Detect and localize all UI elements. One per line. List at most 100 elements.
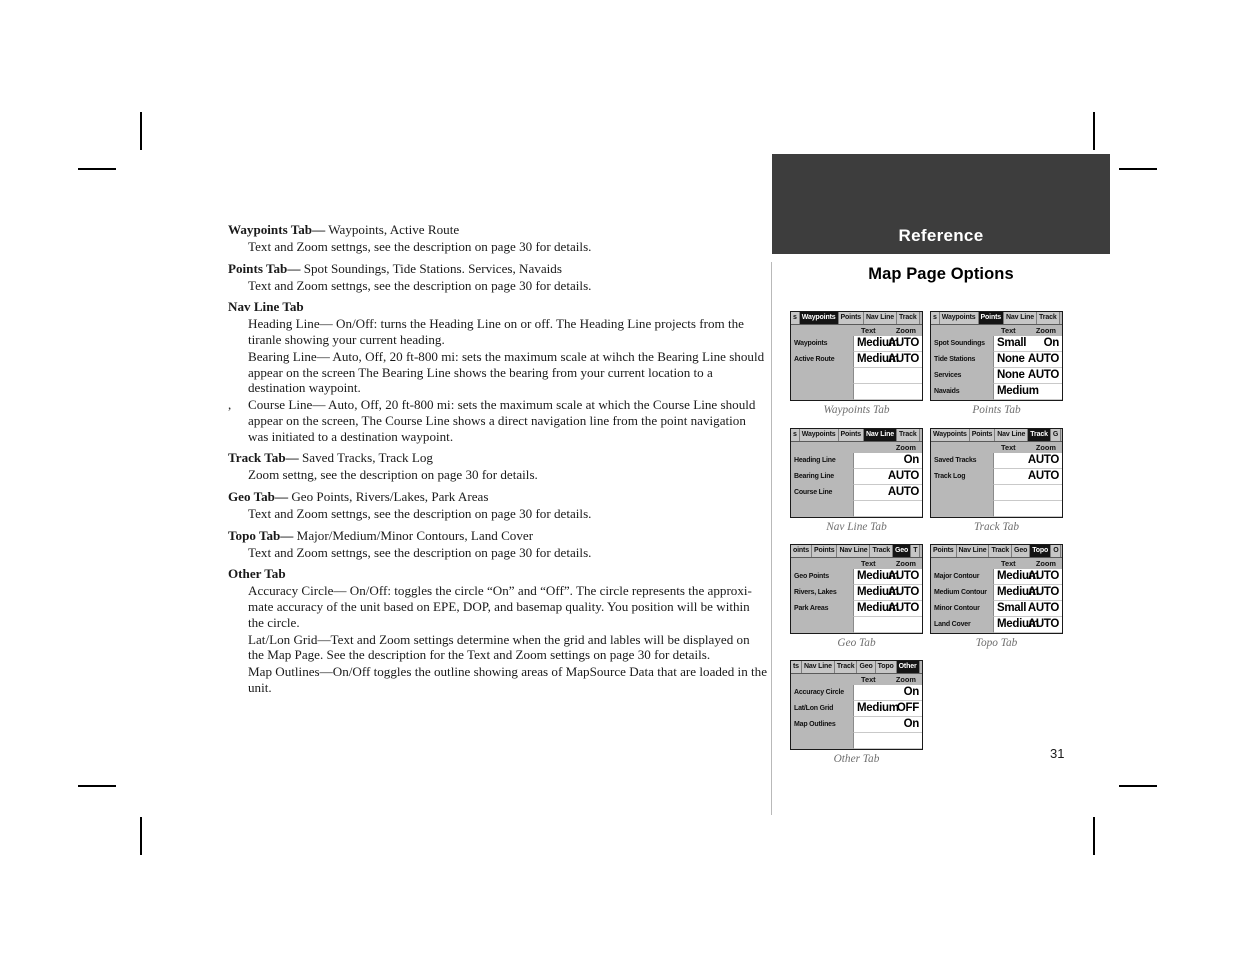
tab-t[interactable]: T — [911, 545, 921, 557]
setting-values[interactable]: Medium AUTO — [853, 585, 922, 601]
tab-waypoints[interactable]: Waypoints — [799, 312, 839, 324]
setting-zoom-value[interactable]: AUTO — [1028, 469, 1059, 484]
setting-zoom-value[interactable]: OFF — [897, 701, 919, 716]
settings-row[interactable] — [791, 733, 922, 749]
setting-values[interactable]: Small AUTO — [993, 601, 1062, 617]
setting-values[interactable]: None AUTO — [993, 368, 1062, 384]
setting-text-value[interactable]: Small — [997, 601, 1026, 616]
settings-row[interactable]: Spot Soundings Small On — [931, 336, 1062, 352]
settings-row[interactable] — [791, 501, 922, 517]
setting-values[interactable]: On — [853, 685, 922, 701]
settings-row[interactable]: Lat/Lon Grid Medium OFF — [791, 701, 922, 717]
setting-values[interactable]: On — [853, 453, 922, 469]
settings-row[interactable]: Track Log AUTO — [931, 469, 1062, 485]
setting-text-value[interactable]: Medium — [997, 384, 1039, 399]
setting-zoom-value[interactable]: AUTO — [1028, 453, 1059, 468]
tab-nav-line[interactable]: Nav Line — [956, 545, 990, 557]
setting-values[interactable] — [993, 501, 1062, 517]
settings-row[interactable]: Accuracy Circle On — [791, 685, 922, 701]
tab-nav-line[interactable]: Nav Line — [1004, 312, 1038, 324]
tab-o[interactable]: O — [1051, 545, 1062, 557]
settings-row[interactable]: Park Areas Medium AUTO — [791, 601, 922, 617]
settings-row[interactable]: Rivers, Lakes Medium AUTO — [791, 585, 922, 601]
settings-row[interactable]: Medium Contour Medium AUTO — [931, 585, 1062, 601]
tab-other[interactable]: Other — [896, 661, 920, 673]
tab-waypoints[interactable]: Waypoints — [799, 429, 839, 441]
tab-waypoints[interactable]: Waypoints — [939, 312, 979, 324]
setting-zoom-value[interactable]: AUTO — [1028, 368, 1059, 383]
tab-oints[interactable]: oints — [791, 545, 812, 557]
setting-values[interactable]: On — [853, 717, 922, 733]
setting-zoom-value[interactable]: AUTO — [1028, 601, 1059, 616]
setting-values[interactable]: AUTO — [853, 485, 922, 501]
setting-zoom-value[interactable]: On — [1044, 336, 1060, 351]
setting-zoom-value[interactable]: AUTO — [1028, 569, 1059, 584]
tab-nav-line[interactable]: Nav Line — [801, 661, 835, 673]
settings-row[interactable] — [791, 384, 922, 400]
tab-points[interactable]: Points — [838, 429, 865, 441]
tab-s[interactable]: s — [791, 312, 800, 324]
setting-values[interactable]: Medium AUTO — [993, 569, 1062, 585]
setting-values[interactable] — [993, 485, 1062, 501]
setting-zoom-value[interactable]: On — [904, 685, 920, 700]
settings-row[interactable]: Major Contour Medium AUTO — [931, 569, 1062, 585]
settings-row[interactable]: Map Outlines On — [791, 717, 922, 733]
settings-row[interactable] — [931, 501, 1062, 517]
tab-s[interactable]: s — [931, 312, 940, 324]
setting-zoom-value[interactable]: AUTO — [1028, 617, 1059, 632]
settings-row[interactable]: Waypoints Medium AUTO — [791, 336, 922, 352]
setting-zoom-value[interactable]: AUTO — [888, 336, 919, 351]
settings-row[interactable]: Active Route Medium AUTO — [791, 352, 922, 368]
settings-row[interactable]: Bearing Line AUTO — [791, 469, 922, 485]
setting-zoom-value[interactable]: AUTO — [888, 569, 919, 584]
tab-ts[interactable]: ts — [791, 661, 802, 673]
tab-s[interactable]: s — [791, 429, 800, 441]
settings-row[interactable]: Navaids Medium — [931, 384, 1062, 400]
tab-points[interactable]: Points — [978, 312, 1005, 324]
tab-topo[interactable]: Topo — [1030, 545, 1052, 557]
setting-values[interactable] — [853, 384, 922, 400]
setting-zoom-value[interactable]: AUTO — [1028, 585, 1059, 600]
setting-values[interactable]: Medium AUTO — [993, 585, 1062, 601]
tab-track[interactable]: Track — [897, 312, 920, 324]
setting-zoom-value[interactable]: AUTO — [888, 469, 919, 484]
setting-values[interactable] — [853, 617, 922, 633]
settings-row[interactable]: Geo Points Medium AUTO — [791, 569, 922, 585]
setting-zoom-value[interactable]: AUTO — [888, 352, 919, 367]
setting-text-value[interactable]: Medium — [857, 701, 899, 716]
setting-text-value[interactable]: Small — [997, 336, 1026, 351]
settings-row[interactable]: Saved Tracks AUTO — [931, 453, 1062, 469]
settings-row[interactable] — [931, 485, 1062, 501]
tab-topo[interactable]: Topo — [875, 661, 897, 673]
settings-row[interactable]: Tide Stations None AUTO — [931, 352, 1062, 368]
setting-values[interactable]: None AUTO — [993, 352, 1062, 368]
setting-zoom-value[interactable]: AUTO — [888, 601, 919, 616]
setting-values[interactable]: AUTO — [993, 469, 1062, 485]
tab-track[interactable]: Track — [1037, 312, 1060, 324]
setting-values[interactable]: Medium AUTO — [853, 569, 922, 585]
settings-row[interactable]: Services None AUTO — [931, 368, 1062, 384]
setting-values[interactable]: Small On — [993, 336, 1062, 352]
setting-values[interactable]: AUTO — [993, 453, 1062, 469]
tab-points[interactable]: Points — [931, 545, 957, 557]
tab-waypoints[interactable]: Waypoints — [931, 429, 970, 441]
setting-zoom-value[interactable]: On — [904, 717, 920, 732]
setting-values[interactable] — [853, 733, 922, 749]
setting-zoom-value[interactable]: AUTO — [1028, 352, 1059, 367]
tab-geo[interactable]: Geo — [893, 545, 912, 557]
tab-points[interactable]: Points — [969, 429, 996, 441]
tab-nav-line[interactable]: Nav Line — [837, 545, 871, 557]
setting-values[interactable]: Medium — [993, 384, 1062, 400]
setting-zoom-value[interactable]: On — [904, 453, 920, 468]
setting-values[interactable] — [853, 501, 922, 517]
tab-geo[interactable]: Geo — [857, 661, 876, 673]
setting-values[interactable]: Medium AUTO — [853, 336, 922, 352]
setting-values[interactable]: Medium AUTO — [853, 601, 922, 617]
settings-row[interactable]: Land Cover Medium AUTO — [931, 617, 1062, 633]
settings-row[interactable]: Course Line AUTO — [791, 485, 922, 501]
setting-zoom-value[interactable]: AUTO — [888, 585, 919, 600]
tab-g[interactable]: G — [1050, 429, 1062, 441]
tab-track[interactable]: Track — [897, 429, 920, 441]
tab-points[interactable]: Points — [838, 312, 865, 324]
tab-track[interactable]: Track — [1028, 429, 1051, 441]
